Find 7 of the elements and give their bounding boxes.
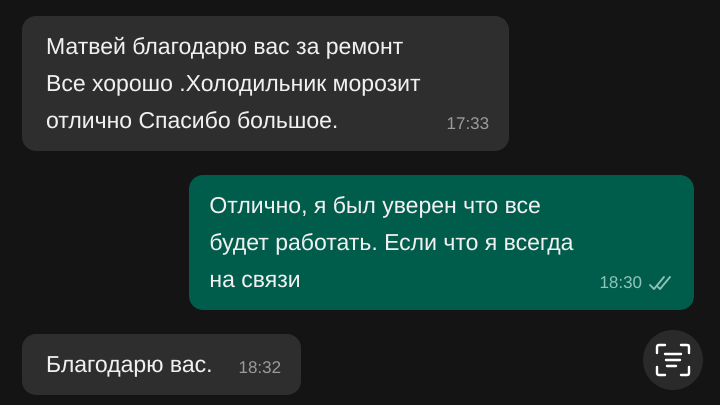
message-time: 18:30 bbox=[599, 272, 642, 294]
message-text: Отлично, я был уверен что все будет работать. Если что я всегда на связи bbox=[209, 191, 574, 294]
message-time: 18:32 bbox=[238, 357, 282, 379]
message-time: 17:33 bbox=[446, 113, 490, 135]
message-text: Благодарю вас. bbox=[46, 350, 213, 379]
message-text: Матвей благодарю вас за ремонт Все хорошо .Холодильник морозит отлично Спасибо большое. bbox=[46, 32, 421, 135]
scan-text-icon bbox=[655, 343, 691, 377]
